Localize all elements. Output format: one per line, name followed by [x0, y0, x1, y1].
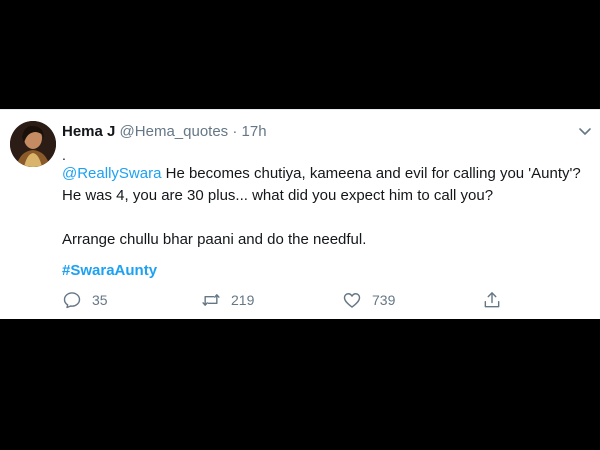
tweet-paragraph-2: Arrange chullu bhar paani and do the nee…: [62, 231, 367, 248]
like-count: 739: [372, 292, 396, 308]
timestamp[interactable]: 17h: [242, 123, 267, 140]
retweet-button[interactable]: 219: [201, 290, 254, 310]
retweet-count: 219: [231, 292, 255, 308]
avatar-image: [10, 121, 56, 167]
hashtag-line: #SwaraAunty: [62, 261, 157, 281]
heart-icon: [343, 293, 361, 308]
leading-dot: .: [62, 147, 66, 163]
share-button[interactable]: [482, 290, 502, 310]
line1-text: He becomes chutiya, kameena and evil for…: [161, 165, 581, 182]
chevron-down-icon[interactable]: [578, 124, 592, 138]
reply-count: 35: [92, 292, 108, 308]
reply-button[interactable]: 35: [62, 290, 108, 310]
avatar[interactable]: [10, 121, 56, 167]
display-name[interactable]: Hema J: [62, 123, 115, 140]
reply-icon: [63, 292, 81, 309]
like-button[interactable]: 739: [342, 290, 395, 310]
tweet-line-1: @ReallySwara He becomes chutiya, kameena…: [62, 163, 592, 185]
hashtag-link[interactable]: #SwaraAunty: [62, 262, 157, 279]
action-bar: 35 219 739: [62, 290, 582, 312]
tweet-card[interactable]: Hema J @Hema_quotes · 17h . @ReallySwara…: [0, 109, 600, 319]
user-handle[interactable]: @Hema_quotes: [120, 123, 229, 140]
tweet-text: @ReallySwara He becomes chutiya, kameena…: [62, 163, 592, 251]
separator: ·: [232, 123, 238, 140]
retweet-icon: [202, 294, 220, 306]
tweet-line-2: He was 4, you are 30 plus... what did yo…: [62, 187, 494, 204]
mention-link[interactable]: @ReallySwara: [62, 165, 161, 182]
tweet-header: Hema J @Hema_quotes · 17h: [62, 122, 267, 142]
share-icon: [484, 292, 500, 308]
